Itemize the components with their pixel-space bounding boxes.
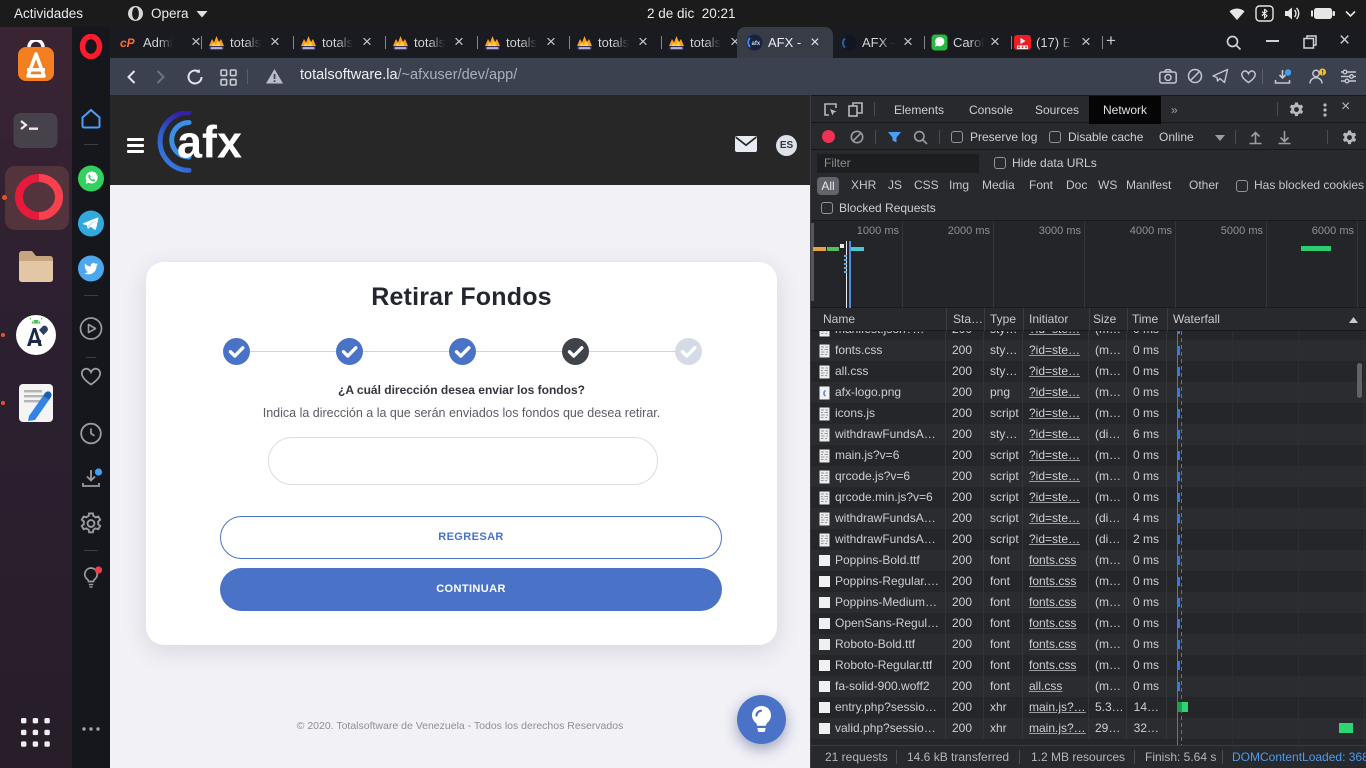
svg-text:cP: cP xyxy=(120,36,136,49)
svg-text:afx: afx xyxy=(752,41,761,47)
svg-text:afx: afx xyxy=(177,117,242,168)
